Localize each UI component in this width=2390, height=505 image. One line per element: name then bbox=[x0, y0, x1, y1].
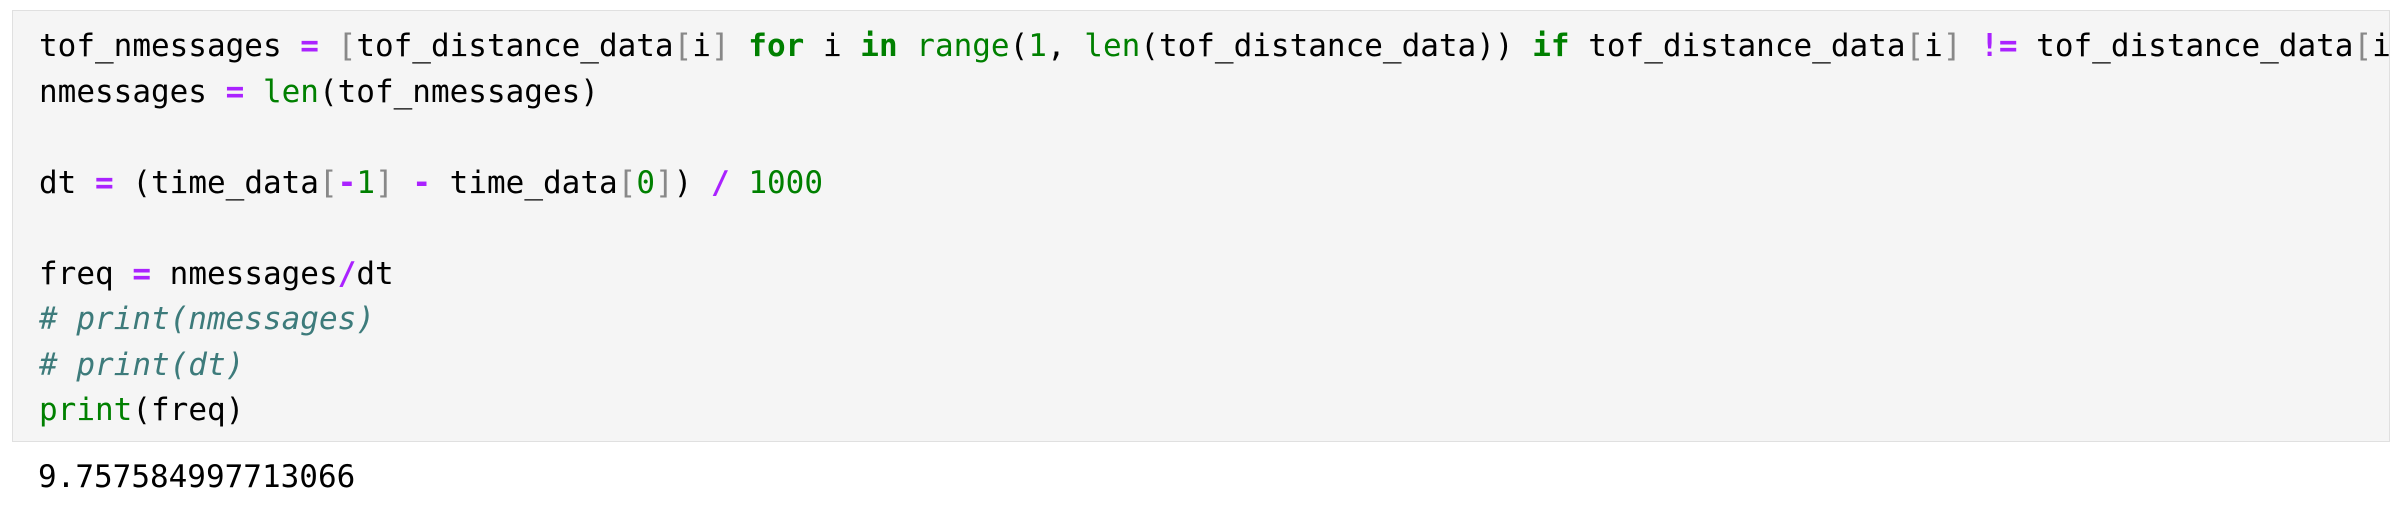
code-token: 1000 bbox=[748, 164, 823, 201]
output-area: 9.757584997713066 bbox=[12, 455, 2390, 505]
code-token: range bbox=[916, 28, 1010, 64]
code-token: != bbox=[1980, 28, 2018, 64]
code-token: = bbox=[132, 255, 151, 292]
code-token: = bbox=[300, 28, 319, 64]
code-token: (tof_distance_data)) bbox=[1140, 28, 1533, 64]
code-token: in bbox=[860, 28, 898, 64]
code-token: - bbox=[337, 164, 357, 201]
code-token: [ bbox=[617, 164, 637, 201]
code-token: ] bbox=[655, 164, 674, 201]
code-token: / bbox=[711, 164, 730, 201]
code-token: (freq) bbox=[132, 392, 245, 428]
code-token: tof_distance_data bbox=[356, 28, 674, 64]
code-token: len bbox=[1084, 28, 1141, 64]
code-token: i bbox=[1924, 28, 1943, 64]
code-token: ] bbox=[375, 164, 394, 201]
code-token: / bbox=[337, 255, 357, 292]
code-editor[interactable]: tof_nmessages = [tof_distance_data[i] fo… bbox=[13, 11, 2390, 434]
output-text: 9.757584997713066 bbox=[38, 459, 356, 495]
code-line: dt = (time_data[-1] - time_data[0]) / 10… bbox=[39, 161, 2389, 207]
code-token: nmessages bbox=[151, 255, 338, 292]
code-token: tof_distance_data bbox=[1569, 28, 1906, 64]
code-line: # print(dt) bbox=[39, 343, 2389, 389]
code-token: , bbox=[1046, 28, 1085, 64]
code-line: # print(nmessages) bbox=[39, 297, 2389, 343]
code-token: [ bbox=[1905, 28, 1925, 64]
code-token: freq bbox=[39, 255, 133, 292]
code-token: ) bbox=[673, 164, 711, 201]
code-token: dt bbox=[39, 164, 95, 201]
code-token: (tof_nmessages) bbox=[318, 73, 599, 110]
code-token: 1 bbox=[356, 164, 375, 201]
code-token: len bbox=[262, 73, 319, 110]
code-token: (time_data bbox=[113, 164, 319, 201]
code-token: i bbox=[804, 28, 861, 64]
code-token: print bbox=[39, 392, 133, 428]
code-token: ] bbox=[710, 28, 730, 64]
code-token: [ bbox=[2353, 28, 2373, 64]
code-token: - bbox=[412, 164, 432, 201]
code-token: dt bbox=[356, 255, 394, 292]
code-token: [ bbox=[337, 28, 357, 64]
code-token: time_data bbox=[431, 164, 618, 201]
code-line: freq = nmessages/dt bbox=[39, 252, 2389, 298]
code-token: ] bbox=[1942, 28, 1962, 64]
code-token: [ bbox=[318, 164, 338, 201]
code-token: # print(dt) bbox=[39, 346, 245, 383]
code-token: tof_nmessages bbox=[39, 28, 301, 64]
code-token: nmessages bbox=[39, 73, 226, 110]
code-line: nmessages = len(tof_nmessages) bbox=[39, 70, 2389, 116]
code-token: i bbox=[692, 28, 711, 64]
code-line: print(freq) bbox=[39, 388, 2389, 434]
code-token: ( bbox=[1009, 28, 1029, 64]
code-token: [ bbox=[673, 28, 693, 64]
code-token: tof_distance_data bbox=[2017, 28, 2354, 64]
code-token: = bbox=[95, 164, 114, 201]
code-token: for bbox=[748, 28, 805, 64]
code-token: # print(nmessages) bbox=[39, 301, 375, 337]
code-token: = bbox=[225, 73, 245, 110]
code-token: 0 bbox=[636, 164, 655, 201]
code-token: if bbox=[1532, 28, 1570, 64]
code-token: i bbox=[2372, 28, 2390, 64]
code-token: 1 bbox=[1028, 28, 1047, 64]
code-input-area[interactable]: tof_nmessages = [tof_distance_data[i] fo… bbox=[12, 10, 2390, 442]
code-line: tof_nmessages = [tof_distance_data[i] fo… bbox=[39, 24, 2390, 70]
